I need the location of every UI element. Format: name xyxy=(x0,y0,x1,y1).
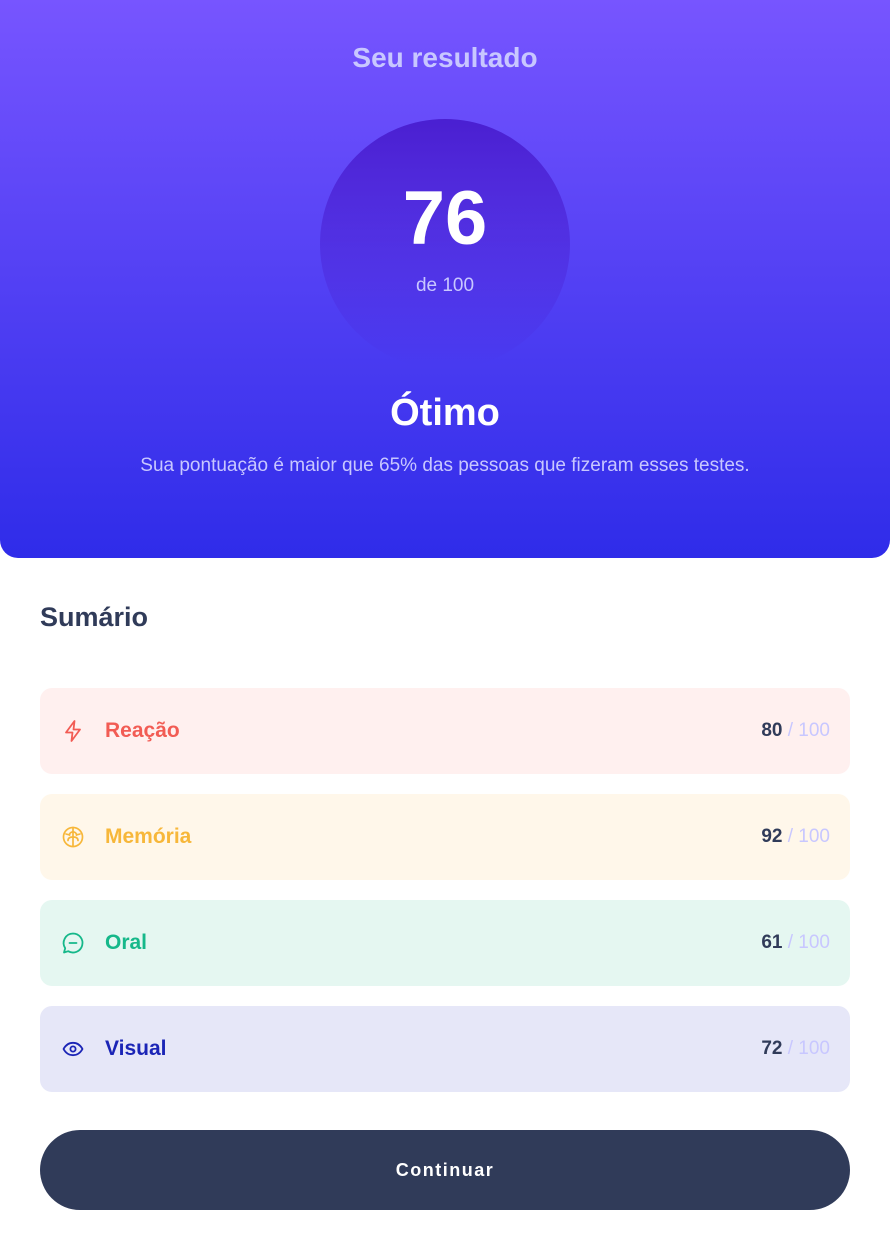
results-page: Seu resultado 76 de 100 Ótimo Sua pontua… xyxy=(0,0,890,1238)
lightning-icon xyxy=(61,719,85,743)
summary-row-memory: Memória 92 / 100 xyxy=(40,794,850,880)
summary-row-score: 61 / 100 xyxy=(761,931,830,955)
score-max: 100 xyxy=(798,1038,830,1059)
score-value: 80 xyxy=(761,720,783,741)
summary-row-label: Visual xyxy=(105,1037,167,1060)
score-value: 76 xyxy=(402,176,488,261)
brain-icon xyxy=(61,825,85,849)
score-separator: / xyxy=(787,1038,794,1059)
score-separator: / xyxy=(787,826,794,847)
score-separator: / xyxy=(787,720,794,741)
score-value: 92 xyxy=(761,826,783,847)
eye-icon xyxy=(61,1037,85,1061)
result-panel: Seu resultado 76 de 100 Ótimo Sua pontua… xyxy=(0,0,890,558)
summary-row-reaction: Reação 80 / 100 xyxy=(40,688,850,774)
summary-row-score: 80 / 100 xyxy=(761,719,830,743)
result-grade: Ótimo xyxy=(390,392,500,434)
result-description: Sua pontuação é maior que 65% das pessoa… xyxy=(140,455,750,476)
score-circle: 76 de 100 xyxy=(320,119,570,369)
summary-row-verbal: Oral 61 / 100 xyxy=(40,900,850,986)
chat-bubble-icon xyxy=(61,931,85,955)
score-max: 100 xyxy=(798,932,830,953)
summary-title: Sumário xyxy=(40,602,149,632)
continue-button[interactable]: Continuar xyxy=(40,1130,850,1210)
score-separator: / xyxy=(787,932,794,953)
summary-row-label: Reação xyxy=(105,719,180,742)
result-title: Seu resultado xyxy=(352,42,538,73)
summary-row-score: 72 / 100 xyxy=(761,1037,830,1061)
score-max: de 100 xyxy=(415,275,475,296)
summary-row-label: Oral xyxy=(105,931,148,954)
score-max: 100 xyxy=(798,826,830,847)
score-value: 61 xyxy=(761,932,783,953)
summary-row-label: Memória xyxy=(105,825,192,848)
summary-row-visual: Visual 72 / 100 xyxy=(40,1006,850,1092)
score-max: 100 xyxy=(798,720,830,741)
score-value: 72 xyxy=(761,1038,783,1059)
summary-row-score: 92 / 100 xyxy=(761,825,830,849)
